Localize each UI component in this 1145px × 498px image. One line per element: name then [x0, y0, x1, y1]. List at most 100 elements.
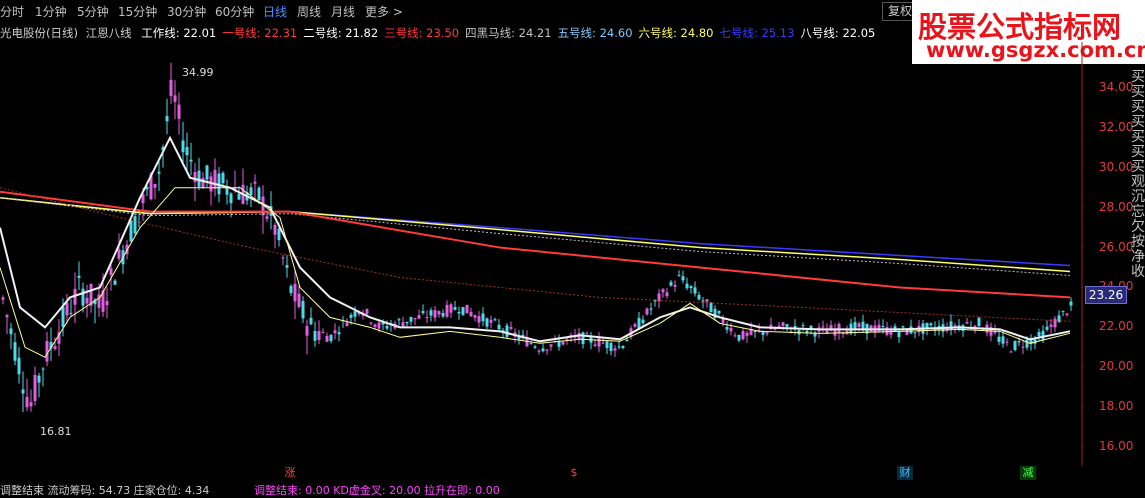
event-marker-dollar[interactable]: $: [566, 466, 582, 480]
candle-body: [229, 193, 233, 204]
ma-line-1: [0, 187, 1071, 322]
candle-body: [549, 344, 553, 347]
tab-60min[interactable]: 60分钟: [215, 3, 254, 20]
stock-name: 光电股份(日线): [0, 26, 78, 40]
candle-body: [801, 325, 805, 327]
candle-body: [965, 322, 969, 324]
candle-body: [185, 146, 189, 156]
candle-body: [633, 324, 637, 327]
candle-body: [609, 343, 613, 351]
candle-body: [929, 323, 933, 326]
candle-body: [709, 302, 713, 313]
candle-body: [1025, 339, 1029, 348]
candle-body: [489, 319, 493, 323]
legend-line-1: 一号线: 22.31: [222, 26, 298, 40]
legend-line-7: 七号线: 25.13: [719, 26, 795, 40]
candle-body: [673, 284, 677, 287]
candle-body: [669, 282, 673, 286]
candle-body: [897, 332, 901, 338]
candle-body: [133, 216, 137, 234]
candle-body: [29, 402, 33, 407]
candle-body: [277, 228, 281, 241]
y-tick-label: 30.00: [1099, 159, 1134, 174]
candle-body: [81, 288, 85, 306]
candle-body: [221, 172, 225, 184]
candle-body: [281, 257, 285, 259]
tab-more[interactable]: 更多 >: [365, 3, 403, 20]
candle-body: [397, 319, 401, 321]
candle-body: [1005, 341, 1009, 343]
candle-body: [401, 322, 405, 327]
candle-body: [417, 315, 421, 319]
legend-line-3: 三号线: 23.50: [384, 26, 460, 40]
candle-body: [41, 368, 45, 370]
candle-body: [597, 337, 601, 347]
candle-body: [365, 309, 369, 315]
indicator-name: 江恩八线: [85, 26, 132, 40]
candle-body: [861, 321, 865, 329]
candle-body: [181, 140, 185, 153]
bottom-indicator-bar: 调整结束 流动筹码: 54.73 庄家仓位: 4.34 调整结束: 0.00 K…: [0, 482, 1145, 497]
candle-body: [429, 310, 433, 316]
event-marker-jian[interactable]: 减: [1020, 466, 1036, 480]
tab-weekly[interactable]: 周线: [297, 3, 321, 20]
candle-body: [977, 317, 981, 327]
event-marker-cai[interactable]: 财: [897, 466, 913, 480]
tab-daily[interactable]: 日线: [263, 3, 287, 20]
candle-body: [313, 331, 317, 341]
candle-body: [641, 319, 645, 324]
candle-body: [681, 276, 685, 281]
candle-body: [369, 322, 373, 324]
candle-body: [409, 316, 413, 322]
candle-body: [649, 308, 653, 310]
candle-body: [449, 304, 453, 313]
candle-body: [677, 275, 681, 277]
candle-body: [61, 306, 65, 327]
candle-body: [113, 280, 117, 285]
candle-body: [405, 321, 409, 324]
tab-15min[interactable]: 15分钟: [118, 3, 157, 20]
event-marker-zhang[interactable]: 涨: [282, 466, 298, 480]
legend-line-4: 四黑马线: 24.21: [465, 26, 552, 40]
y-tick-label: 28.00: [1099, 199, 1134, 214]
candle-body: [725, 326, 729, 330]
candle-body: [345, 322, 349, 327]
candle-body: [901, 326, 905, 328]
legend-line-0: 工作线: 22.01: [141, 26, 217, 40]
candle-body: [353, 311, 357, 317]
ma-line-7: [0, 196, 1071, 267]
candle-body: [201, 177, 205, 189]
candle-body: [321, 331, 325, 333]
candle-body: [497, 324, 501, 330]
candle-body: [613, 348, 617, 351]
candle-body: [729, 327, 733, 332]
candle-body: [77, 275, 81, 278]
candle-body: [645, 308, 649, 315]
candle-body: [493, 319, 497, 321]
y-tick-label: 34.00: [1099, 80, 1134, 94]
candle-body: [533, 346, 537, 348]
candle-body: [753, 331, 757, 333]
candle-body: [617, 346, 621, 348]
candle-body: [333, 330, 337, 334]
tab-monthly[interactable]: 月线: [331, 3, 355, 20]
price-chart[interactable]: [0, 42, 1083, 466]
last-price-tag: 23.26: [1085, 286, 1127, 304]
candle-body: [693, 287, 697, 294]
candle-body: [5, 315, 9, 318]
tab-1min[interactable]: 1分钟: [35, 3, 67, 20]
tab-30min[interactable]: 30分钟: [167, 3, 206, 20]
candle-body: [297, 293, 301, 307]
candle-body: [481, 313, 485, 322]
tab-5min[interactable]: 5分钟: [77, 3, 109, 20]
indicator-legend: 光电股份(日线) 江恩八线 工作线: 22.01 一号线: 22.31 二号线: 2…: [0, 25, 875, 41]
candle-body: [193, 171, 197, 183]
candle-body: [881, 325, 885, 327]
tab-intraday[interactable]: 分时: [0, 3, 24, 20]
candle-body: [1053, 318, 1057, 328]
legend-line-5: 五号线: 24.60: [557, 26, 633, 40]
candle-body: [821, 326, 825, 328]
candle-body: [465, 304, 469, 314]
candle-body: [289, 285, 293, 294]
candle-body: [273, 224, 277, 235]
